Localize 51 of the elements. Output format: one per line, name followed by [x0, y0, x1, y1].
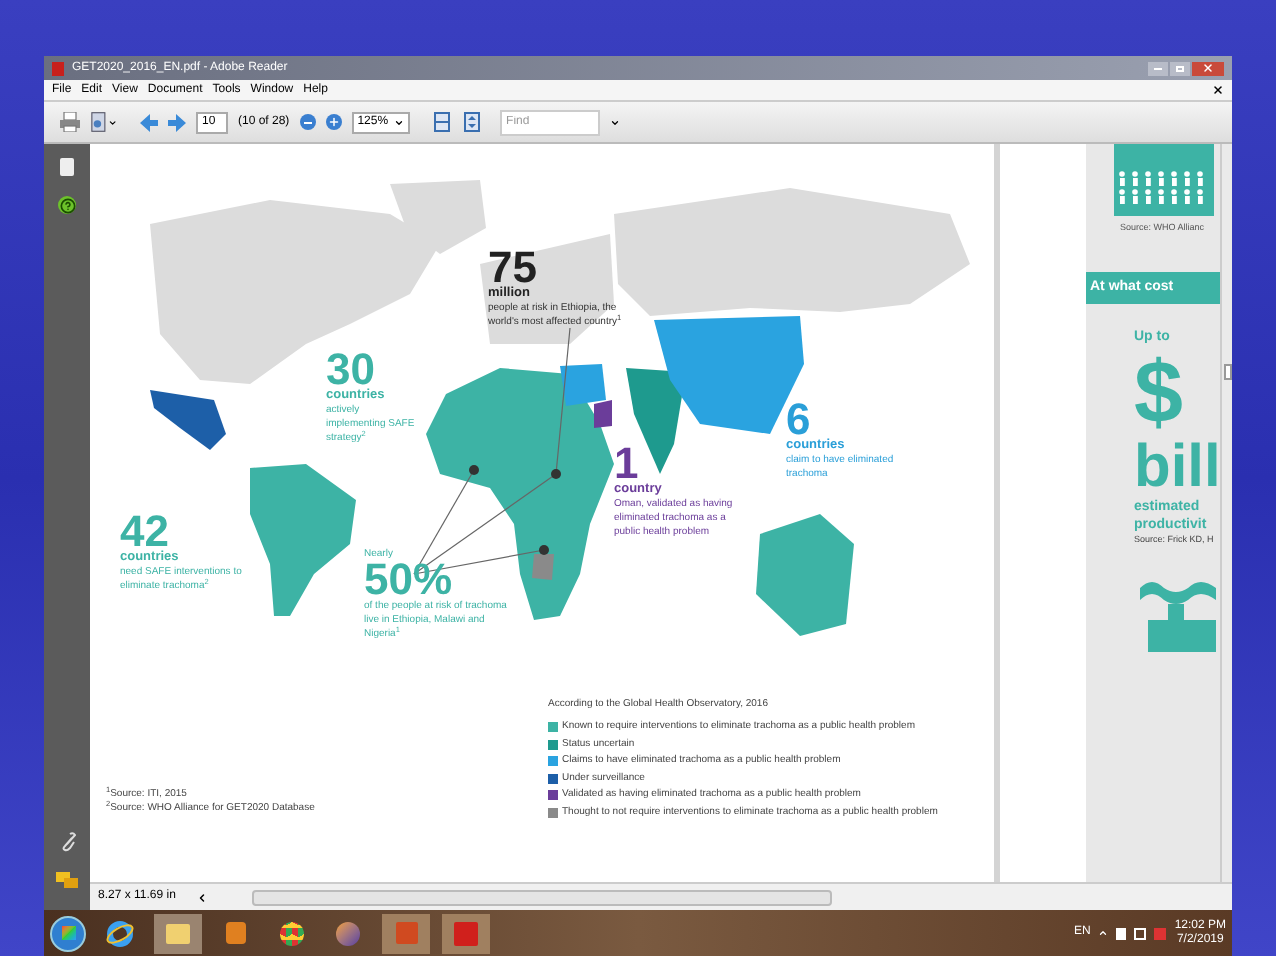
callout-number: 42	[120, 512, 169, 552]
zoom-out-button[interactable]	[299, 114, 316, 130]
amount-text: $	[1134, 349, 1185, 438]
scroll-left-icon[interactable]	[195, 891, 208, 903]
arrow-left-icon	[140, 113, 158, 131]
zoom-in-button[interactable]	[325, 114, 342, 130]
scrollbar-thumb[interactable]	[1223, 364, 1231, 380]
minimize-icon	[1154, 67, 1162, 69]
folder-icon	[166, 923, 190, 943]
plus-icon	[327, 116, 340, 128]
callout-number: 6	[786, 400, 811, 440]
maximize-icon	[1176, 65, 1184, 71]
callout-number: 75	[488, 248, 539, 288]
horizontal-scrollbar[interactable]	[251, 889, 832, 905]
page-fit-icon	[434, 112, 451, 132]
close-button[interactable]	[1192, 61, 1224, 75]
arrow-right-icon	[168, 113, 186, 131]
people-grid-drawing	[1114, 144, 1214, 216]
next-page-button[interactable]	[168, 112, 186, 132]
speech-bubbles-icon	[56, 872, 78, 890]
document-share-icon	[90, 112, 107, 132]
callout-number: 30	[326, 350, 375, 390]
close-document-button[interactable]	[1210, 83, 1224, 97]
page-icon	[60, 157, 74, 175]
previous-page-button[interactable]	[140, 112, 158, 132]
fit-page-button[interactable]	[432, 112, 453, 132]
close-icon	[1202, 62, 1214, 74]
caret-icon	[394, 117, 405, 127]
printer-icon	[60, 112, 80, 132]
page-expand-icon	[464, 112, 481, 132]
browser-icon	[106, 919, 134, 947]
paperclip-icon	[59, 832, 75, 852]
find-caret-icon[interactable]	[610, 117, 621, 127]
vertical-scrollbar[interactable]	[1220, 144, 1232, 882]
attachments-button[interactable]	[57, 832, 77, 852]
comments-button[interactable]	[56, 872, 78, 890]
start-button[interactable]	[50, 915, 86, 951]
print-button[interactable]	[60, 112, 80, 132]
close-icon	[1211, 84, 1223, 96]
caret-icon	[108, 117, 118, 127]
unit-text: bill	[1134, 437, 1220, 498]
pages-button[interactable]	[59, 156, 75, 176]
help-button[interactable]	[58, 196, 76, 214]
taskbar-app[interactable]	[154, 913, 202, 953]
callout-number: 50%	[364, 560, 454, 600]
minimize-button[interactable]	[1148, 61, 1168, 75]
maximize-button[interactable]	[1170, 61, 1190, 75]
fit-width-button[interactable]	[462, 112, 483, 132]
help-icon	[59, 197, 75, 213]
share-button[interactable]	[90, 112, 118, 132]
callout-number: 1	[614, 444, 639, 484]
